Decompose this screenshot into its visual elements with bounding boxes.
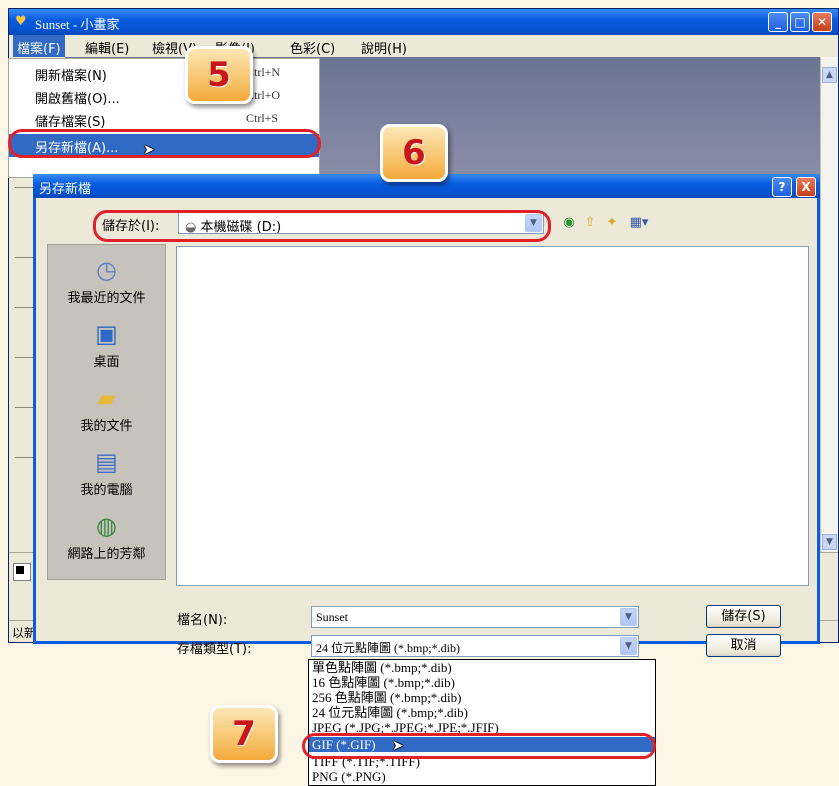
menu-item-open[interactable]: 開啟舊檔(O)... Ctrl+O <box>9 85 319 108</box>
filename-label: 檔名(N): <box>177 613 228 628</box>
views-menu-icon[interactable]: ▦▾ <box>626 215 652 231</box>
filetype-label: 存檔類型(T): <box>177 642 252 657</box>
highlight-ring-save-as <box>8 129 321 158</box>
paint-app-icon: ♥ <box>15 14 27 29</box>
minimize-button[interactable]: _ <box>768 12 788 32</box>
paint-window-title: Sunset - 小畫家 <box>35 17 120 32</box>
filetype-options-list: 單色點陣圖 (*.bmp;*.dib) 16 色點陣圖 (*.bmp;*.dib… <box>308 659 656 786</box>
file-list-view[interactable] <box>176 246 809 586</box>
place-my-documents[interactable]: ▰ 我的文件 <box>48 383 165 434</box>
save-button[interactable]: 儲存(S) <box>706 605 781 628</box>
filetype-value: 24 位元點陣圖 (*.bmp;*.dib) <box>316 641 460 655</box>
back-icon[interactable]: ◉ <box>561 215 577 231</box>
mouse-pointer-icon: ➤ <box>143 142 155 158</box>
filetype-option[interactable]: 256 色點陣圖 (*.bmp;*.dib) <box>309 690 655 705</box>
cancel-button[interactable]: 取消 <box>706 634 781 657</box>
mouse-pointer-icon: ➤ <box>392 738 404 754</box>
scroll-up-icon[interactable]: ▲ <box>822 67 837 83</box>
filetype-option[interactable]: PNG (*.PNG) <box>309 769 655 784</box>
places-bar: ◷ 我最近的文件 ▣ 桌面 ▰ 我的文件 ▤ 我的電腦 ◍ 網路上的芳鄰 <box>47 244 166 580</box>
up-folder-icon[interactable]: ⇧ <box>582 215 598 231</box>
help-button[interactable]: ? <box>772 177 792 197</box>
place-my-computer[interactable]: ▤ 我的電腦 <box>48 447 165 498</box>
save-as-dialog: 另存新檔 ? X 儲存於(I): ◒ 本機磁碟 (D:) ▼ ◉ ⇧ ✦ ▦▾ … <box>33 174 820 657</box>
desktop-icon: ▣ <box>95 320 118 348</box>
menu-item-save[interactable]: 儲存檔案(S) Ctrl+S <box>9 108 319 131</box>
place-recent[interactable]: ◷ 我最近的文件 <box>48 255 165 306</box>
filetype-option[interactable]: 24 位元點陣圖 (*.bmp;*.dib) <box>309 705 655 720</box>
network-places-icon: ◍ <box>96 512 117 540</box>
vertical-scrollbar[interactable]: ▲ ▼ <box>820 57 838 552</box>
scroll-down-icon[interactable]: ▼ <box>822 534 837 550</box>
menu-help[interactable]: 說明(H) <box>361 38 407 57</box>
chevron-down-icon[interactable]: ▼ <box>620 637 637 655</box>
dialog-title: 另存新檔 <box>39 182 92 197</box>
highlight-ring-save-in <box>93 210 551 242</box>
my-computer-icon: ▤ <box>95 448 118 476</box>
menu-bar: 檔案(F) 編輯(E) 檢視(V) 影像(I) 色彩(C) 說明(H) <box>9 35 838 57</box>
place-network[interactable]: ◍ 網路上的芳鄰 <box>48 511 165 562</box>
filename-input[interactable]: Sunset ▼ <box>311 606 639 628</box>
maximize-button[interactable]: □ <box>790 12 810 32</box>
step-5-badge: 5 <box>185 46 253 104</box>
dialog-close-button[interactable]: X <box>796 177 816 197</box>
place-desktop[interactable]: ▣ 桌面 <box>48 319 165 370</box>
menu-edit[interactable]: 編輯(E) <box>85 38 129 57</box>
step-7-badge: 7 <box>210 705 278 763</box>
menu-file[interactable]: 檔案(F) <box>13 35 65 57</box>
current-color-swatch[interactable] <box>13 563 31 581</box>
menu-colors[interactable]: 色彩(C) <box>290 38 335 57</box>
my-documents-icon: ▰ <box>97 384 116 412</box>
step-6-badge: 6 <box>380 124 448 182</box>
filetype-dropdown[interactable]: 24 位元點陣圖 (*.bmp;*.dib) ▼ <box>311 635 639 657</box>
menu-item-new[interactable]: 開新檔案(N) Ctrl+N <box>9 62 319 85</box>
highlight-ring-gif <box>302 733 656 759</box>
close-window-button[interactable]: ✕ <box>812 12 832 32</box>
filename-value: Sunset <box>316 610 349 624</box>
file-menu-dropdown: 開新檔案(N) Ctrl+N 開啟舊檔(O)... Ctrl+O 儲存檔案(S)… <box>8 58 320 178</box>
paint-title-bar: ♥ Sunset - 小畫家 _ □ ✕ <box>9 9 838 35</box>
recent-docs-icon: ◷ <box>96 256 117 284</box>
chevron-down-icon[interactable]: ▼ <box>620 608 637 626</box>
new-folder-icon[interactable]: ✦ <box>604 215 620 231</box>
filetype-option[interactable]: 16 色點陣圖 (*.bmp;*.dib) <box>309 675 655 690</box>
filetype-option[interactable]: 單色點陣圖 (*.bmp;*.dib) <box>309 660 655 675</box>
